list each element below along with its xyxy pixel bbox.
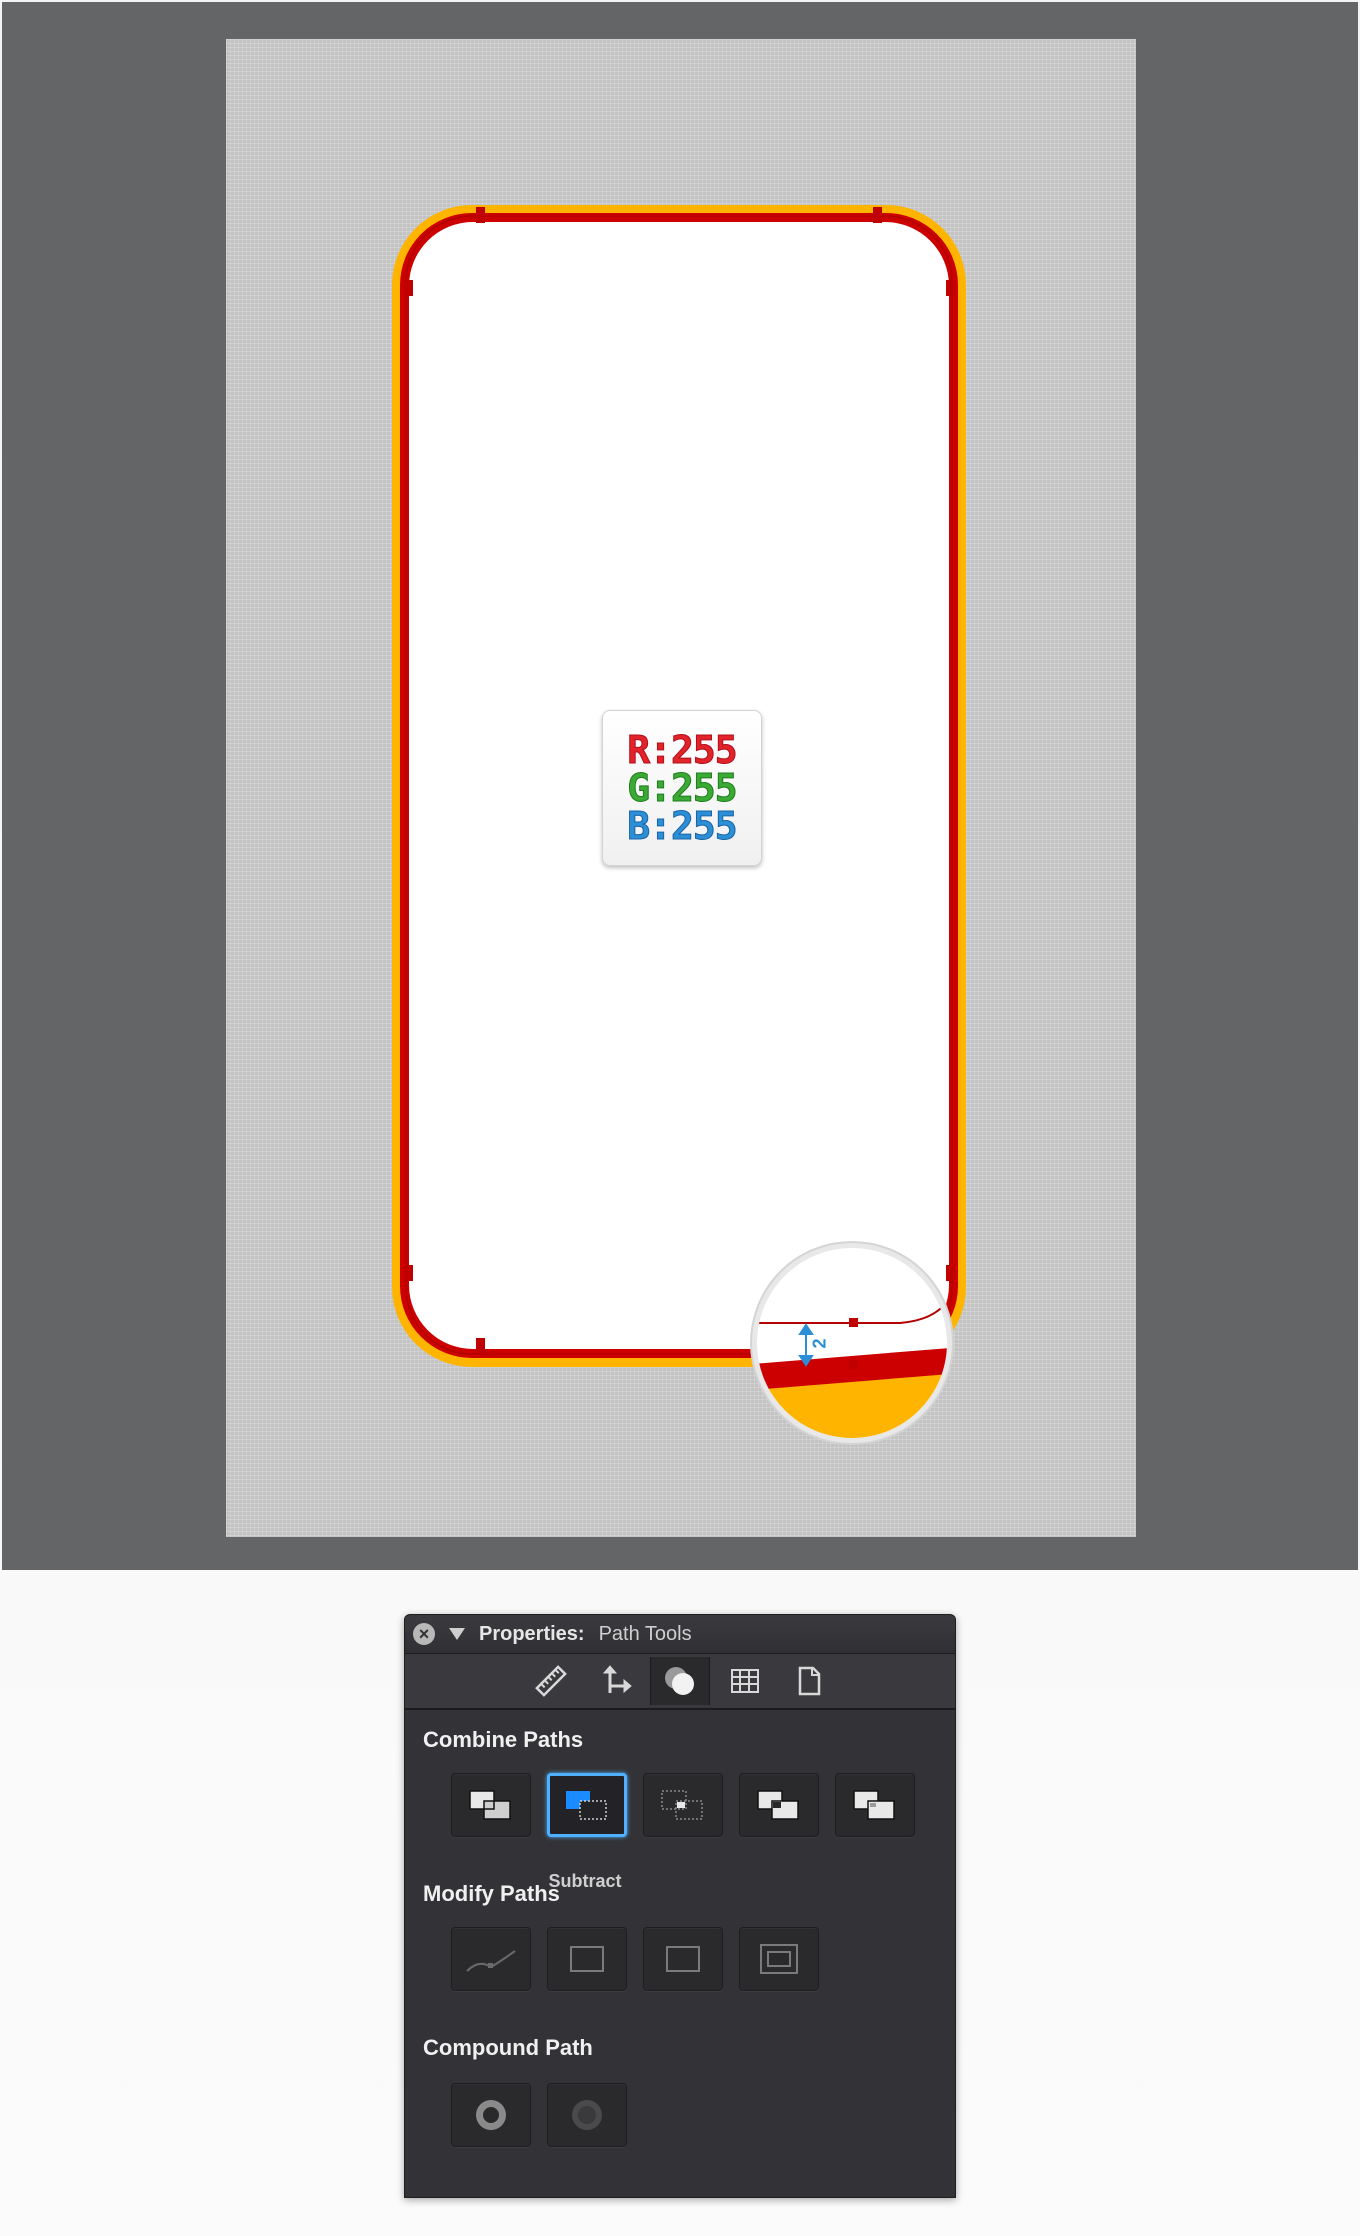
path-tools-icon[interactable]	[650, 1657, 710, 1705]
zoom-callout	[750, 1241, 954, 1445]
triangle-down-icon[interactable]	[449, 1628, 465, 1640]
compound-path-heading: Compound Path	[423, 2035, 593, 2060]
panel-toolbar	[405, 1654, 955, 1710]
panel-subtitle: Path Tools	[598, 1622, 692, 1645]
exclude-icon	[757, 1790, 799, 1820]
panel-header[interactable]: × Properties: Path Tools	[405, 1615, 955, 1654]
unite-button[interactable]	[451, 1773, 531, 1837]
transform-icon[interactable]	[586, 1657, 644, 1705]
subtract-icon	[566, 1791, 607, 1820]
release-compound-button[interactable]	[547, 2083, 627, 2147]
intersect-button[interactable]	[643, 1773, 723, 1837]
smooth-path-icon	[466, 1950, 516, 1972]
modify-paths-buttons	[451, 1927, 819, 1991]
document-icon[interactable]	[780, 1657, 838, 1705]
close-icon[interactable]: ×	[413, 1623, 435, 1645]
combine-paths-buttons	[451, 1773, 915, 1837]
combine-paths-heading: Combine Paths	[423, 1727, 584, 1752]
smooth-path-button[interactable]	[451, 1927, 531, 1991]
offset-label: 2	[809, 1338, 830, 1349]
blue-value: B:255	[627, 804, 738, 848]
ruler-icon[interactable]	[522, 1657, 580, 1705]
exclude-button[interactable]	[739, 1773, 819, 1837]
modify-paths-heading: Modify Paths	[423, 1881, 560, 1906]
unite-icon	[469, 1790, 511, 1820]
divide-button[interactable]	[835, 1773, 915, 1837]
grid-icon[interactable]	[716, 1657, 774, 1705]
rectangle-path-button[interactable]	[547, 1927, 627, 1991]
rectangle-outline-button[interactable]	[643, 1927, 723, 1991]
inset-rectangle-button[interactable]	[739, 1927, 819, 1991]
properties-panel: × Properties: Path Tools Combine Paths S…	[404, 1614, 956, 2198]
make-compound-button[interactable]	[451, 2083, 531, 2147]
rgb-value-chip: R:255 G:255 B:255	[602, 710, 762, 866]
green-value: G:255	[627, 766, 738, 810]
compound-path-buttons	[451, 2083, 627, 2147]
intersect-icon	[661, 1790, 703, 1820]
make-compound-icon	[476, 2100, 506, 2130]
rectangle-path-icon	[570, 1946, 604, 1972]
inset-rectangle-icon	[760, 1944, 798, 1974]
divide-icon	[853, 1790, 895, 1820]
release-compound-icon	[572, 2100, 602, 2130]
subtract-button[interactable]	[547, 1773, 627, 1837]
rectangle-outline-icon	[666, 1946, 700, 1972]
red-value: R:255	[627, 728, 738, 772]
panel-title: Properties:	[479, 1622, 585, 1645]
